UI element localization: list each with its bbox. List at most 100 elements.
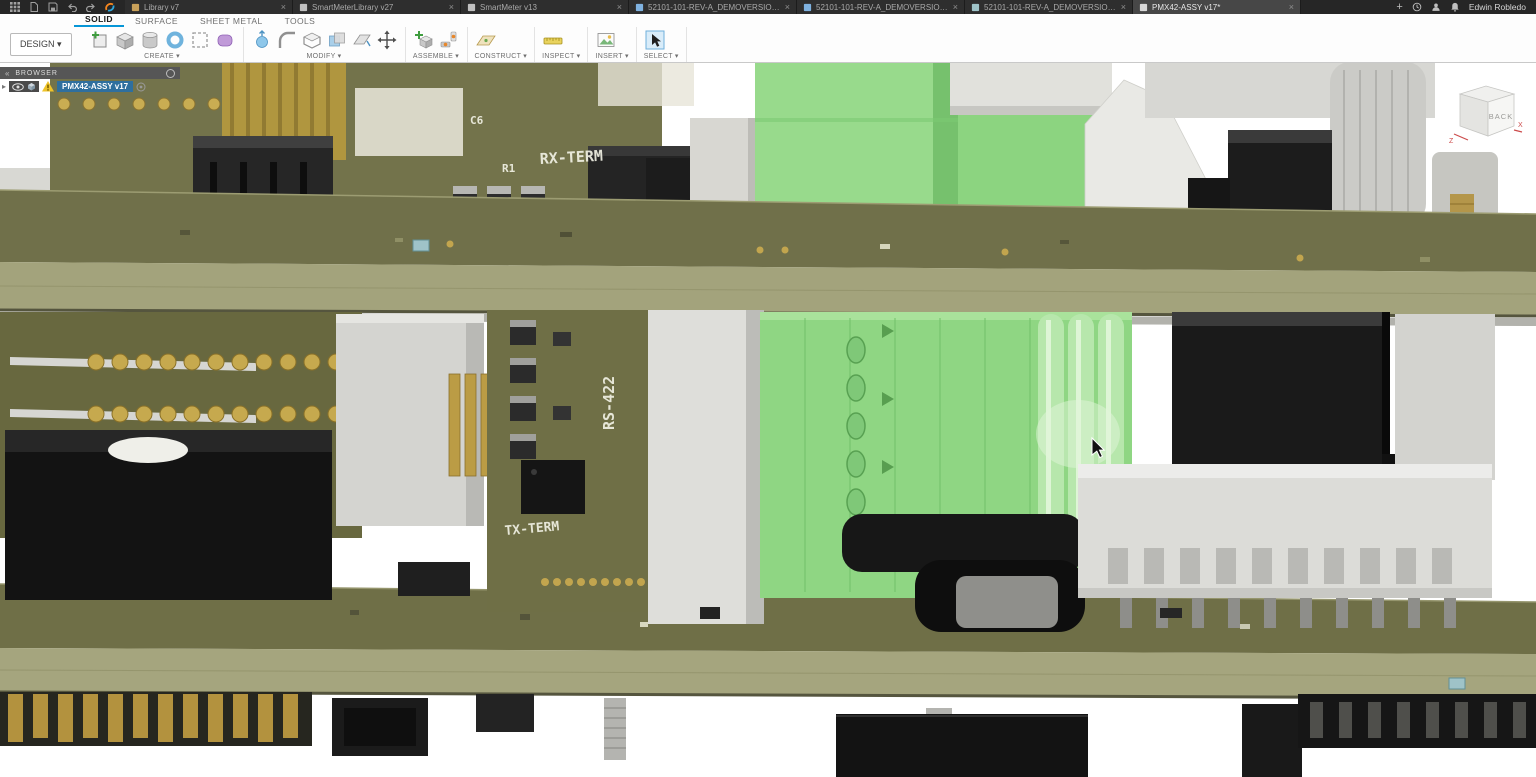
document-tab[interactable]: 52101-101-REV-A_DEMOVERSION v20 × (797, 0, 965, 14)
viewcube[interactable]: BACK Z X (1448, 74, 1524, 146)
gray-module-left[interactable] (336, 314, 484, 526)
new-component-icon[interactable] (413, 29, 435, 51)
tab-title: Library v7 (144, 3, 277, 12)
shell-icon[interactable] (301, 29, 323, 51)
tab-title: 52101-101-REV-A_DEMOVERSION v1 (648, 3, 781, 12)
tab-close-icon[interactable]: × (1289, 3, 1294, 12)
select-icons (644, 28, 679, 52)
ground-target-icon[interactable] (136, 82, 146, 92)
root-assembly-item[interactable]: PMX42-ASSY v17 (57, 81, 133, 92)
tab-close-icon[interactable]: × (281, 3, 286, 12)
document-tab[interactable]: Library v7 × (125, 0, 293, 14)
document-icon (803, 3, 812, 12)
tab-tools[interactable]: TOOLS (274, 16, 327, 27)
relay-component[interactable] (5, 430, 332, 600)
browser-root-row[interactable]: ▸ PMX42-ASSY v17 (0, 79, 180, 92)
create-sketch-icon[interactable] (89, 29, 111, 51)
rs422-pcb-module[interactable]: RS-422 TX-TERM (487, 310, 665, 612)
document-icon (1139, 3, 1148, 12)
mate-flag[interactable] (1449, 678, 1465, 689)
group-select: SELECT ▾ (637, 27, 687, 62)
workspace-selector-design[interactable]: DESIGN ▾ (10, 33, 72, 56)
smd-part (1160, 608, 1182, 618)
gold-pin-comb-bottom-left[interactable] (0, 692, 312, 746)
select-group-label[interactable]: SELECT ▾ (644, 52, 679, 61)
tab-close-icon[interactable]: × (1121, 3, 1126, 12)
document-tab[interactable]: SmartMeterLibrary v27 × (293, 0, 461, 14)
measure-icon[interactable] (542, 29, 564, 51)
document-icon (635, 3, 644, 12)
tab-sheet-metal[interactable]: SHEET METAL (189, 16, 274, 27)
tab-solid[interactable]: SOLID (74, 14, 124, 27)
job-status-icon[interactable] (1412, 2, 1422, 12)
connector-row-bottom-right[interactable] (1298, 694, 1536, 748)
hover-highlight (1036, 400, 1120, 468)
file-menu-icon[interactable] (29, 2, 39, 12)
notifications-bell-icon[interactable] (1450, 2, 1460, 12)
silkscreen-c6: C6 (470, 114, 484, 127)
create-form-icon[interactable] (214, 29, 236, 51)
viewport-3d-scene[interactable]: C6 R1 RX-TERM (0, 62, 1536, 777)
revolve-icon[interactable] (164, 29, 186, 51)
gray-box-right[interactable] (1395, 314, 1495, 480)
create-group-label[interactable]: CREATE ▾ (89, 52, 236, 61)
smd-part (700, 607, 720, 619)
modify-group-label[interactable]: MODIFY ▾ (251, 52, 398, 61)
tab-close-icon[interactable]: × (953, 3, 958, 12)
move-copy-icon[interactable] (376, 29, 398, 51)
box-primitive-icon[interactable] (114, 29, 136, 51)
insert-canvas-icon[interactable] (595, 29, 617, 51)
expand-arrow-icon[interactable]: ▸ (2, 82, 6, 91)
insert-group-label[interactable]: INSERT ▾ (595, 52, 628, 61)
cylinder-primitive-icon[interactable] (139, 29, 161, 51)
pattern-icon[interactable] (189, 29, 211, 51)
tab-close-icon[interactable]: × (785, 3, 790, 12)
black-box-under-center[interactable] (836, 714, 1088, 777)
document-tab[interactable]: 52101-101-REV-A_DEMOVERSION v6 × (965, 0, 1133, 14)
silkscreen-rx-term: RX-TERM (539, 147, 603, 168)
black-box-under-right[interactable] (1242, 704, 1302, 777)
select-cursor-icon[interactable] (644, 29, 666, 51)
inspect-group-label[interactable]: INSPECT ▾ (542, 52, 580, 61)
assemble-icons (413, 28, 460, 52)
construct-group-label[interactable]: CONSTRUCT ▾ (475, 52, 528, 61)
mate-flag[interactable] (413, 240, 429, 251)
document-tab[interactable]: 52101-101-REV-A_DEMOVERSION v1 × (629, 0, 797, 14)
undo-icon[interactable] (67, 2, 77, 12)
tab-title: SmartMeterLibrary v27 (312, 3, 445, 12)
browser-panel-header[interactable]: « BROWSER (0, 67, 180, 79)
terminal-block-green-top[interactable] (755, 62, 1112, 222)
model-viewport[interactable]: C6 R1 RX-TERM (0, 62, 1536, 777)
combine-icon[interactable] (326, 29, 348, 51)
gray-prism-center[interactable] (648, 310, 764, 624)
panel-options-icon[interactable] (166, 69, 175, 78)
assemble-group-label[interactable]: ASSEMBLE ▾ (413, 52, 460, 61)
press-pull-icon[interactable] (251, 29, 273, 51)
user-account-icon[interactable] (1431, 2, 1441, 12)
eye-visibility-icon[interactable] (12, 83, 24, 91)
document-tab-active[interactable]: PMX42-ASSY v17* × (1133, 0, 1301, 14)
tab-surface[interactable]: SURFACE (124, 16, 189, 27)
tab-close-icon[interactable]: × (449, 3, 454, 12)
user-name[interactable]: Edwin Robledo (1469, 2, 1526, 12)
tab-close-icon[interactable]: × (617, 3, 622, 12)
black-connector-under[interactable] (332, 698, 428, 756)
redo-icon[interactable] (86, 2, 96, 12)
small-black-part-under[interactable] (476, 694, 534, 732)
small-connector-on-board[interactable] (398, 562, 470, 596)
top-pcb-board[interactable] (0, 190, 1536, 326)
data-panel-grid-icon[interactable] (10, 2, 20, 12)
collapse-panel-icon[interactable]: « (5, 69, 10, 78)
joint-icon[interactable] (438, 29, 460, 51)
group-assemble: ASSEMBLE ▾ (406, 27, 468, 62)
new-tab-button[interactable]: + (1396, 2, 1402, 13)
gold-pin-header-mid[interactable] (449, 374, 492, 476)
fillet-icon[interactable] (276, 29, 298, 51)
mounting-screw[interactable] (604, 698, 626, 760)
offset-face-icon[interactable] (351, 29, 373, 51)
silkscreen-r1: R1 (502, 162, 516, 175)
save-icon[interactable] (48, 2, 58, 12)
document-tab[interactable]: SmartMeter v13 × (461, 0, 629, 14)
axis-z-label: Z (1449, 138, 1454, 145)
construction-plane-icon[interactable] (475, 29, 497, 51)
